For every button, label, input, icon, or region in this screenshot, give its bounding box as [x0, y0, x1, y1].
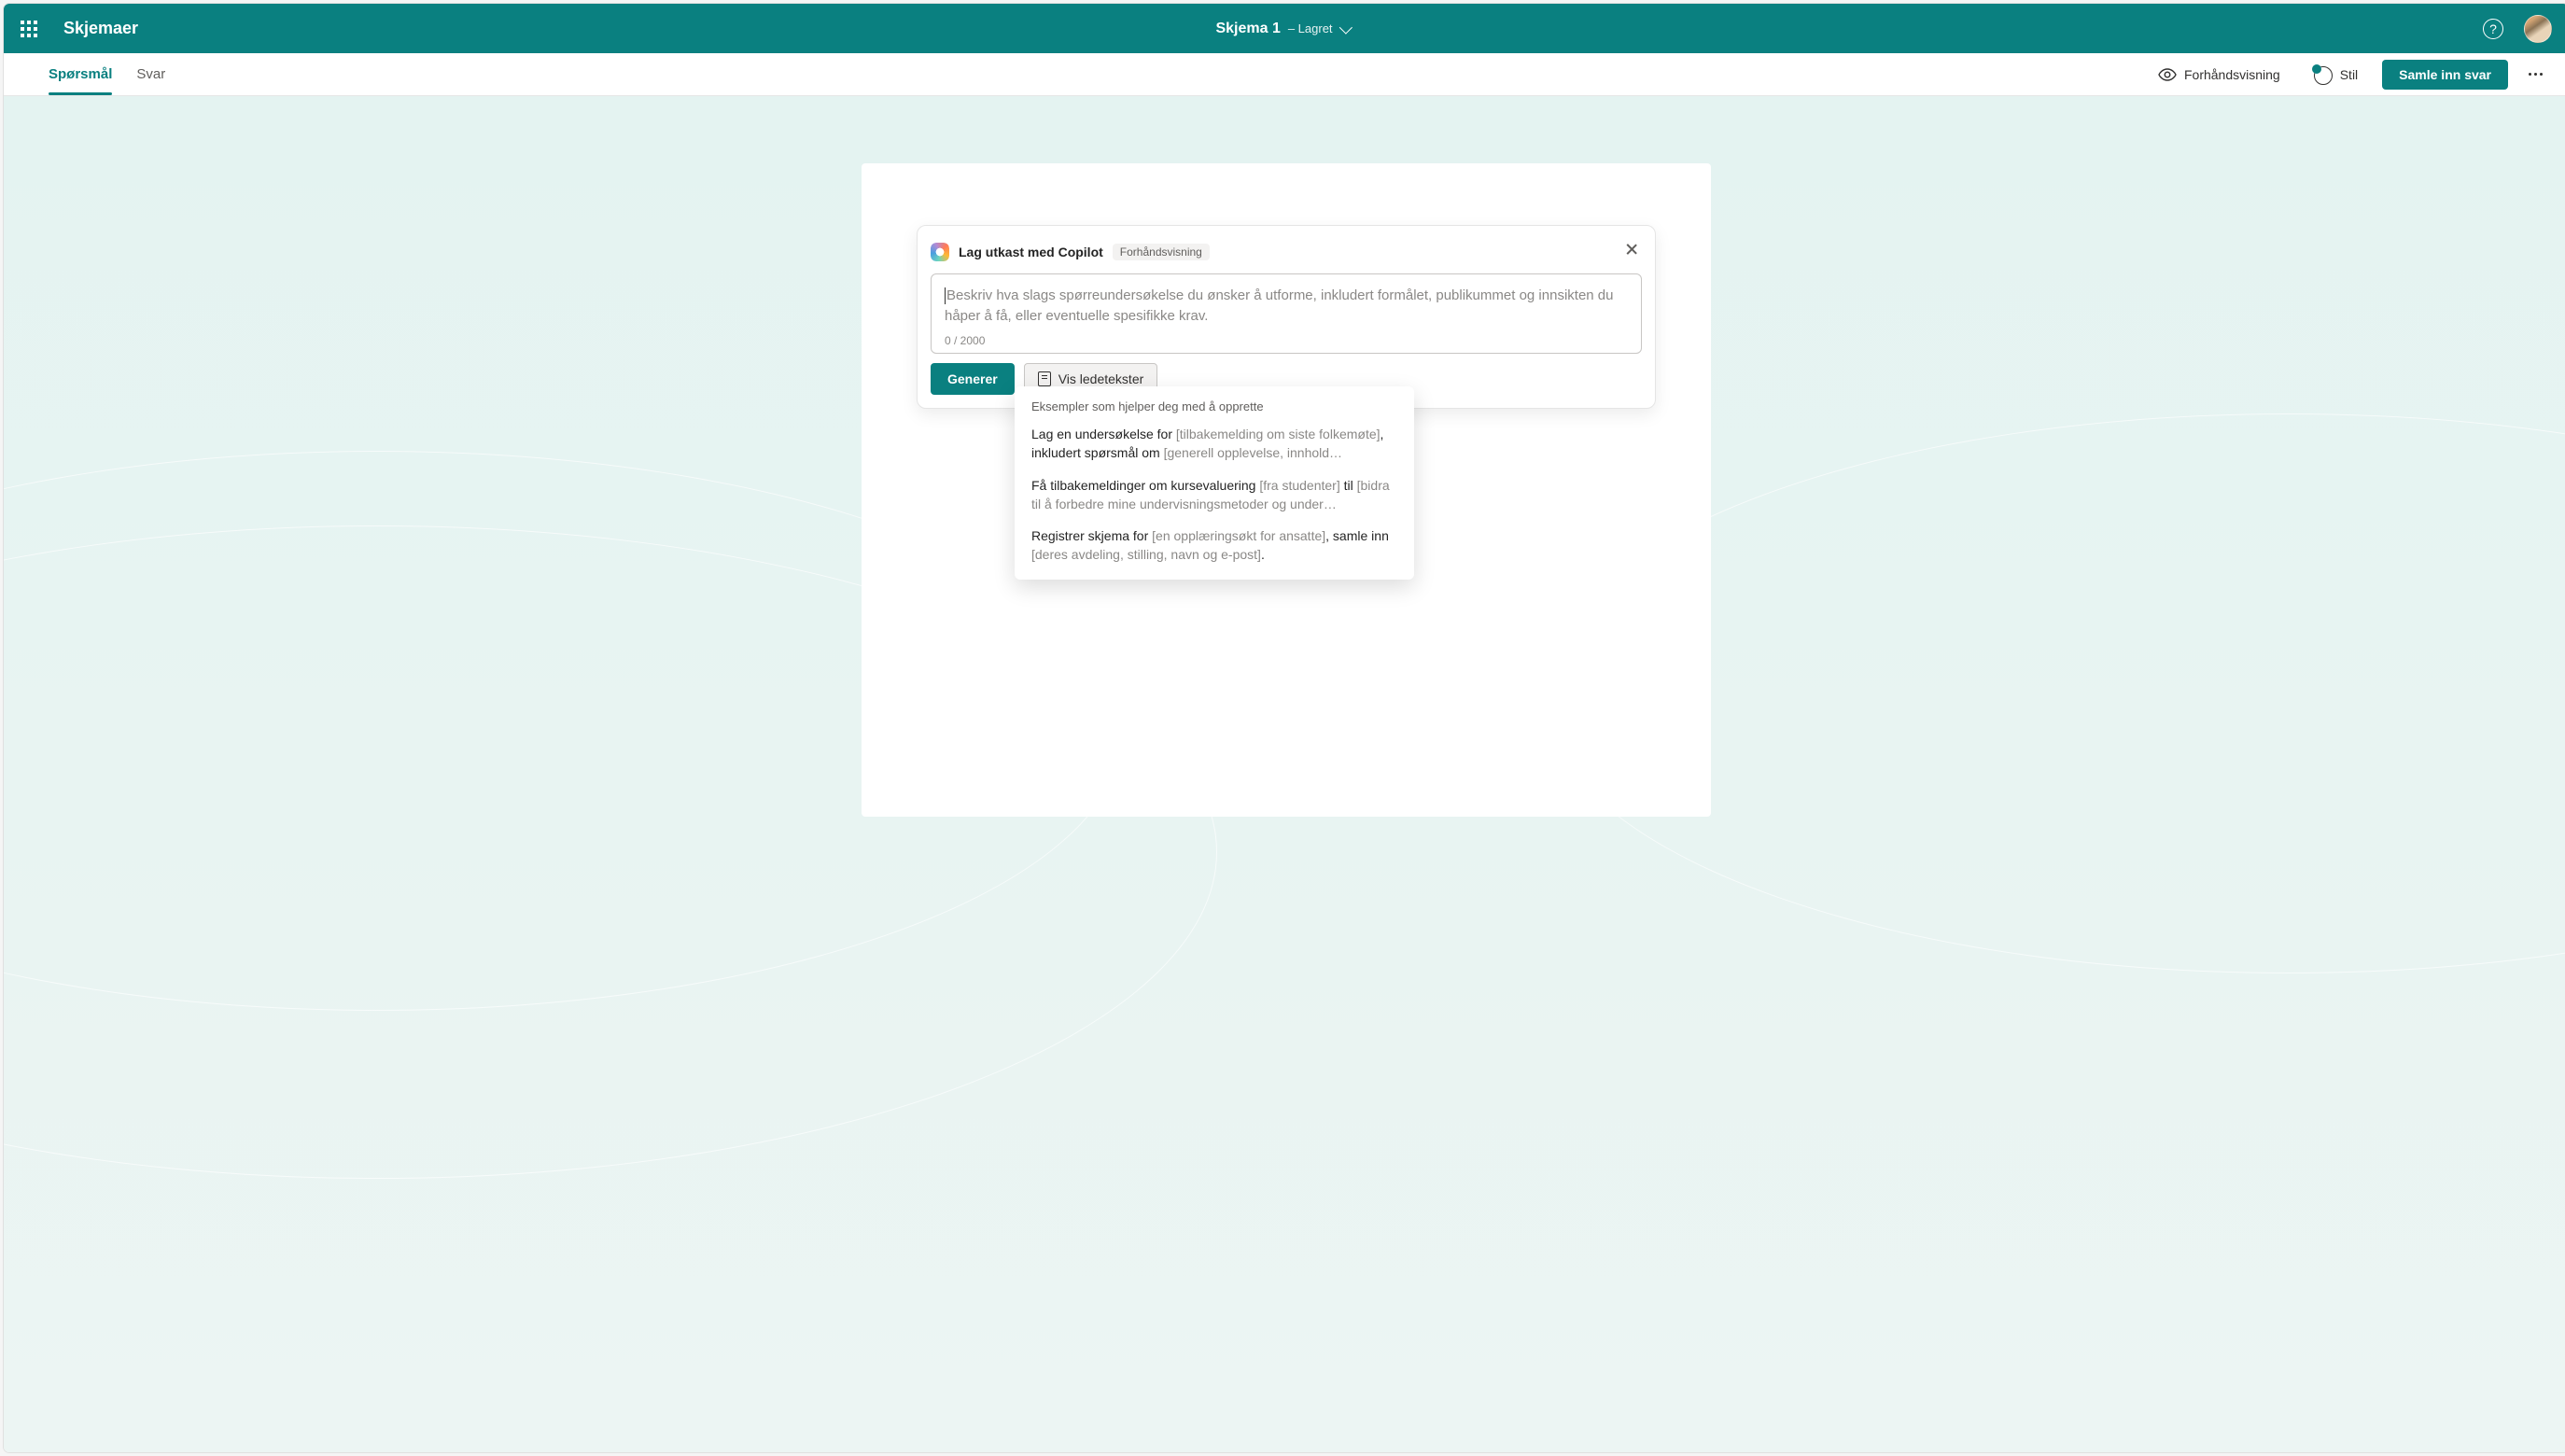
help-icon[interactable]: ?	[2483, 19, 2503, 39]
prompt-example-1[interactable]: Lag en undersøkelse for [tilbakemelding …	[1031, 425, 1397, 463]
preview-badge: Forhåndsvisning	[1113, 244, 1210, 260]
preview-label: Forhåndsvisning	[2184, 67, 2280, 82]
prompt-example-2[interactable]: Få tilbakemeldinger om kursevaluering [f…	[1031, 476, 1397, 514]
dropdown-header: Eksempler som hjelper deg med å opprette	[1031, 399, 1397, 413]
avatar[interactable]	[2524, 15, 2552, 43]
form-title: Skjema 1	[1215, 21, 1280, 37]
tab-responses[interactable]: Svar	[136, 53, 165, 95]
close-button[interactable]	[1621, 239, 1642, 264]
preview-button[interactable]: Forhåndsvisning	[2151, 62, 2288, 88]
app-window: Skjemaer Skjema 1 – Lagret ? Spørsmål Sv…	[4, 4, 2565, 1452]
copilot-card: Lag utkast med Copilot Forhåndsvisning B…	[917, 225, 1656, 409]
canvas-area: Lag utkast med Copilot Forhåndsvisning B…	[4, 96, 2565, 1452]
show-prompts-label: Vis ledetekster	[1058, 371, 1144, 386]
top-bar: Skjemaer Skjema 1 – Lagret ?	[4, 4, 2565, 53]
copilot-title: Lag utkast med Copilot	[959, 245, 1103, 259]
top-bar-right: ?	[2483, 15, 2552, 43]
form-sheet: Lag utkast med Copilot Forhåndsvisning B…	[862, 163, 1711, 817]
app-launcher-icon[interactable]	[21, 21, 37, 37]
tab-questions[interactable]: Spørsmål	[49, 53, 112, 95]
tabs: Spørsmål Svar	[49, 53, 165, 95]
prompt-example-3[interactable]: Registrer skjema for [en opplæringsøkt f…	[1031, 526, 1397, 565]
chevron-down-icon	[1339, 21, 1353, 34]
book-icon	[1038, 371, 1051, 386]
style-button[interactable]: Stil	[2305, 59, 2365, 91]
collect-responses-button[interactable]: Samle inn svar	[2382, 60, 2508, 90]
style-label: Stil	[2340, 67, 2358, 82]
more-options-button[interactable]	[2525, 69, 2546, 79]
prompt-placeholder: Beskriv hva slags spørreundersøkelse du …	[945, 286, 1628, 329]
eye-icon	[2158, 68, 2177, 81]
generate-button[interactable]: Generer	[931, 363, 1015, 395]
form-title-dropdown[interactable]: Skjema 1 – Lagret	[1215, 21, 1349, 37]
close-icon	[1625, 243, 1638, 256]
copilot-header: Lag utkast med Copilot Forhåndsvisning	[931, 239, 1642, 264]
copilot-logo-icon	[931, 243, 949, 261]
prompts-dropdown: Eksempler som hjelper deg med å opprette…	[1015, 386, 1414, 580]
char-counter: 0 / 2000	[945, 334, 1628, 347]
sub-toolbar: Spørsmål Svar Forhåndsvisning Stil Samle…	[4, 53, 2565, 96]
form-status: – Lagret	[1288, 21, 1333, 35]
prompt-input[interactable]: Beskriv hva slags spørreundersøkelse du …	[931, 273, 1642, 354]
theme-icon	[2312, 64, 2333, 85]
app-name[interactable]: Skjemaer	[63, 19, 138, 38]
toolbar-right: Forhåndsvisning Stil Samle inn svar	[2151, 59, 2546, 91]
